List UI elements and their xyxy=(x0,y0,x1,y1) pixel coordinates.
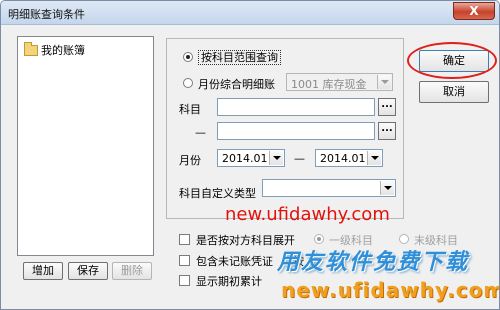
subject-range-dash: — xyxy=(195,126,206,139)
chevron-down-icon[interactable] xyxy=(377,75,391,89)
radio-monthly-label: 月份综合明细账 xyxy=(198,78,275,91)
month-to-value: 2014.01 xyxy=(320,152,366,165)
account-book-tree[interactable]: 我的账簿 xyxy=(17,36,154,256)
subject-from-input[interactable] xyxy=(217,98,375,116)
close-button[interactable]: X xyxy=(453,2,495,20)
subject-from-browse-button[interactable]: ... xyxy=(378,98,396,116)
title-bar[interactable]: 明细账查询条件 X xyxy=(1,1,499,25)
month-range-dash: — xyxy=(294,152,305,165)
subject-to-input[interactable] xyxy=(217,122,375,140)
monthly-account-value: 1001 库存现金 xyxy=(291,78,367,91)
month-to-select[interactable]: 2014.01 xyxy=(315,149,383,167)
watermark-url-red: new.ufidawhy.com xyxy=(225,204,390,225)
delete-button[interactable]: 删除 xyxy=(112,262,152,280)
month-label: 月份 xyxy=(179,154,201,167)
radio-first-level[interactable] xyxy=(314,234,324,244)
cancel-button[interactable]: 取消 xyxy=(419,81,489,103)
subject-label: 科目 xyxy=(179,103,201,116)
watermark-slogan: 用友软件免费下载 xyxy=(277,250,470,275)
dialog-title: 明细账查询条件 xyxy=(8,8,85,21)
radio-range[interactable] xyxy=(183,52,193,62)
show-opening-checkbox[interactable] xyxy=(179,275,190,286)
custom-type-select[interactable] xyxy=(262,179,396,197)
tree-item-my-books[interactable]: 我的账簿 xyxy=(24,41,85,58)
monthly-account-select[interactable]: 1001 库存现金 xyxy=(286,73,393,91)
add-button[interactable]: 增加 xyxy=(23,262,63,280)
save-button[interactable]: 保存 xyxy=(68,262,108,280)
custom-type-label: 科目自定义类型 xyxy=(179,187,256,200)
radio-range-text: 按科目范围查询 xyxy=(198,50,281,65)
tree-item-label: 我的账簿 xyxy=(41,44,85,57)
radio-range-label: 按科目范围查询 xyxy=(198,49,281,65)
subject-to-browse-button[interactable]: ... xyxy=(378,122,396,140)
chevron-down-icon[interactable] xyxy=(380,181,394,195)
watermark-url-orange: new.ufidawhy.com xyxy=(281,278,500,302)
include-unposted-checkbox[interactable] xyxy=(179,255,190,266)
chevron-down-icon[interactable] xyxy=(269,151,283,165)
expand-counter-checkbox[interactable] xyxy=(179,234,190,245)
close-icon: X xyxy=(469,4,479,18)
show-opening-label: 显示期初累计 xyxy=(196,275,262,288)
radio-monthly[interactable] xyxy=(183,78,193,88)
month-from-select[interactable]: 2014.01 xyxy=(217,149,285,167)
include-unposted-label: 包含未记账凭证 xyxy=(196,255,273,268)
folder-icon xyxy=(24,41,38,56)
month-from-value: 2014.01 xyxy=(222,152,268,165)
query-dialog: 明细账查询条件 X 我的账簿 增加 保存 删除 按科目范围查询 月份综合明细账 … xyxy=(0,0,500,310)
chevron-down-icon[interactable] xyxy=(367,151,381,165)
highlight-ring xyxy=(407,42,497,79)
radio-last-level[interactable] xyxy=(399,234,409,244)
